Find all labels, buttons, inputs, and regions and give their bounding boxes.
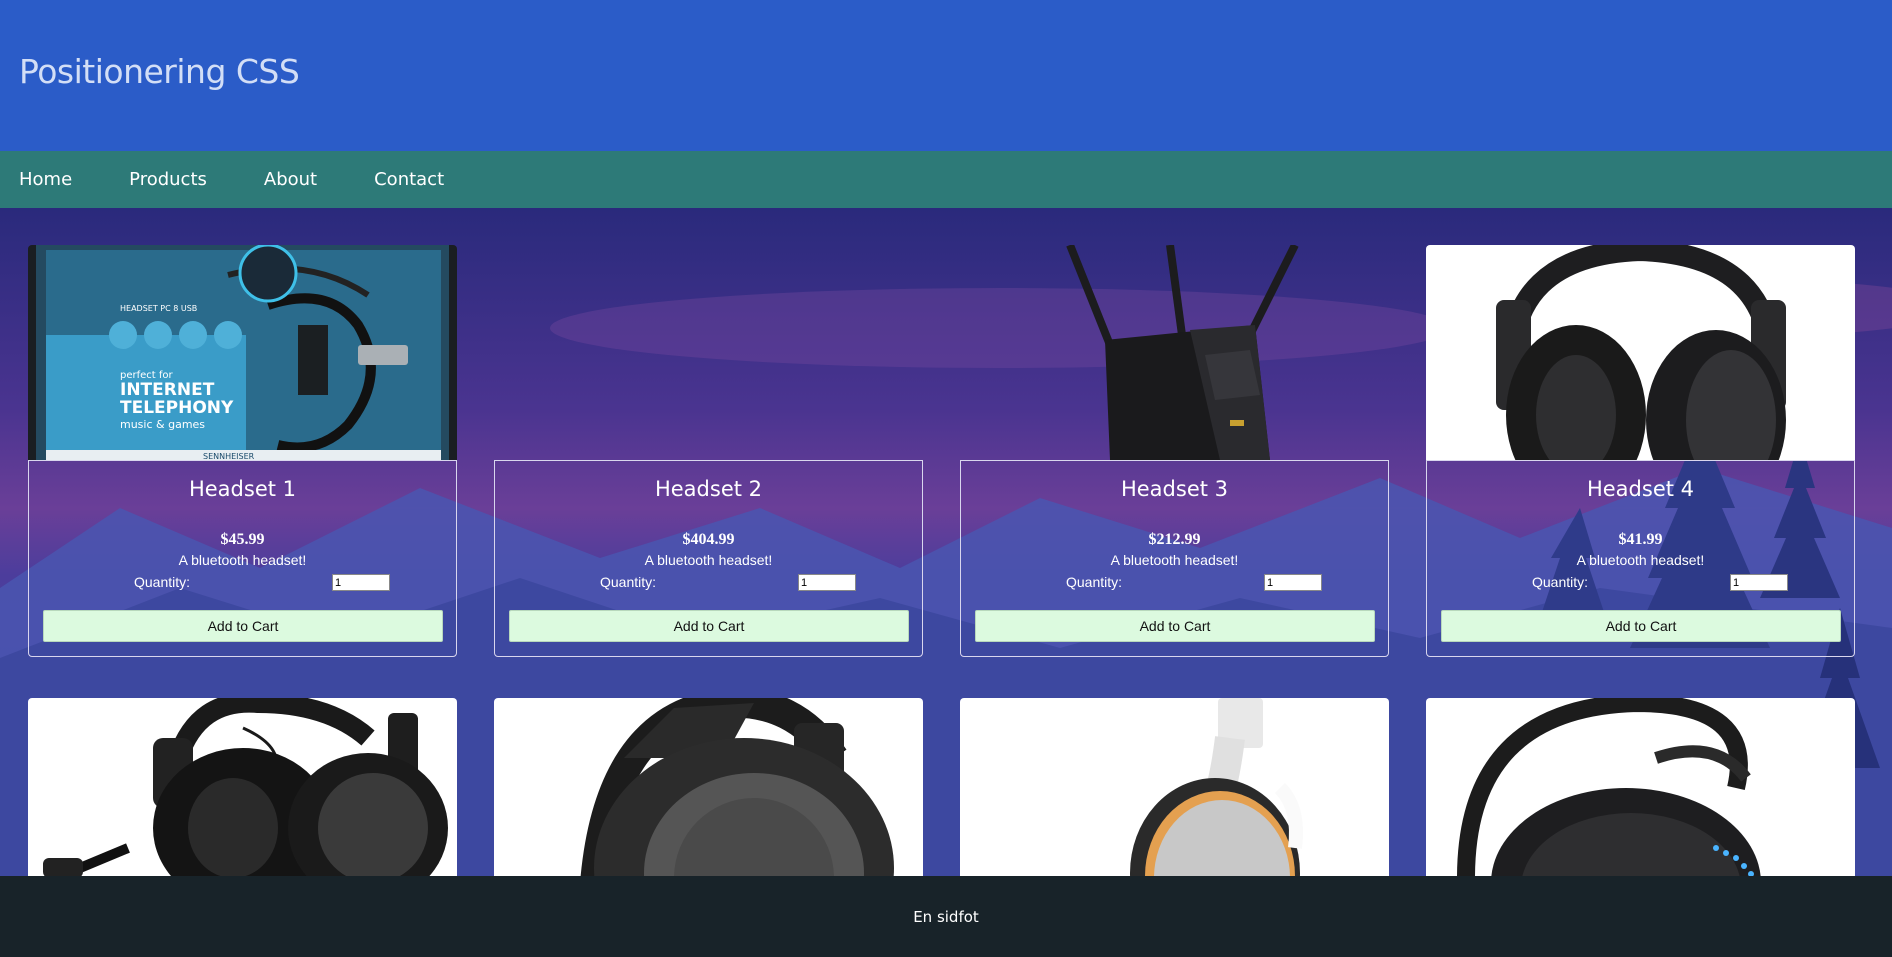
product-card-5 bbox=[28, 698, 457, 876]
product-card-1: HEADSET PC 8 USB perfect for INTERNET TE… bbox=[28, 245, 457, 657]
product-info-2: Headset 2 $404.99 A bluetooth headset! Q… bbox=[494, 460, 923, 657]
product-info-3: Headset 3 $212.99 A bluetooth headset! Q… bbox=[960, 460, 1389, 657]
add-to-cart-button[interactable]: Add to Cart bbox=[509, 610, 909, 642]
box-label-model: HEADSET PC 8 USB bbox=[120, 304, 197, 313]
box-label-music: music & games bbox=[120, 418, 205, 431]
product-image-3 bbox=[960, 245, 1389, 460]
product-name: Headset 3 bbox=[1120, 477, 1229, 501]
white-orange-headset-image bbox=[1130, 698, 1303, 876]
quantity-label: Quantity: bbox=[134, 574, 191, 590]
nav-home[interactable]: Home bbox=[19, 169, 72, 190]
quantity-input[interactable] bbox=[332, 574, 390, 591]
gaming-headset-black-image bbox=[43, 698, 448, 876]
product-name: Headset 1 bbox=[188, 477, 297, 501]
product-description: A bluetooth headset! bbox=[1576, 552, 1705, 568]
black-headset-blue-lights-image bbox=[1457, 698, 1761, 876]
quantity-label: Quantity: bbox=[1066, 574, 1123, 590]
box-label-telephony: TELEPHONY bbox=[120, 398, 234, 418]
product-image-4 bbox=[1426, 245, 1855, 460]
router-image bbox=[1066, 245, 1299, 460]
product-price: $41.99 bbox=[1618, 531, 1663, 548]
product-image-2 bbox=[494, 245, 923, 460]
nav-contact[interactable]: Contact bbox=[374, 169, 444, 190]
main-nav: Home Products About Contact bbox=[0, 151, 1892, 208]
product-image-1: HEADSET PC 8 USB perfect for INTERNET TE… bbox=[28, 245, 457, 460]
add-to-cart-button[interactable]: Add to Cart bbox=[43, 610, 443, 642]
footer-text: En sidfot bbox=[913, 907, 979, 926]
product-card-3: Headset 3 $212.99 A bluetooth headset! Q… bbox=[960, 245, 1389, 657]
quantity-input[interactable] bbox=[798, 574, 856, 591]
product-price: $212.99 bbox=[1148, 531, 1201, 548]
product-card-8 bbox=[1426, 698, 1855, 876]
product-price: $45.99 bbox=[220, 531, 265, 548]
black-headphones-image bbox=[1496, 245, 1786, 460]
quantity-input[interactable] bbox=[1730, 574, 1788, 591]
quantity-input[interactable] bbox=[1264, 574, 1322, 591]
sennheiser-box-image: HEADSET PC 8 USB perfect for INTERNET TE… bbox=[28, 245, 457, 460]
product-card-2: Headset 2 $404.99 A bluetooth headset! Q… bbox=[494, 245, 923, 657]
product-description: A bluetooth headset! bbox=[644, 552, 773, 568]
add-to-cart-button[interactable]: Add to Cart bbox=[1441, 610, 1841, 642]
nav-products[interactable]: Products bbox=[129, 169, 207, 190]
quantity-label: Quantity: bbox=[1532, 574, 1589, 590]
product-name: Headset 2 bbox=[654, 477, 763, 501]
product-description: A bluetooth headset! bbox=[1110, 552, 1239, 568]
product-description: A bluetooth headset! bbox=[178, 552, 307, 568]
product-card-6 bbox=[494, 698, 923, 876]
site-footer: En sidfot bbox=[0, 876, 1892, 957]
site-header: Positionering CSS bbox=[0, 0, 1892, 151]
product-card-7 bbox=[960, 698, 1389, 876]
product-info-1: Headset 1 $45.99 A bluetooth headset! Qu… bbox=[28, 460, 457, 657]
site-title: Positionering CSS bbox=[19, 52, 300, 91]
product-info-4: Headset 4 $41.99 A bluetooth headset! Qu… bbox=[1426, 460, 1855, 657]
gaming-headset-grey-image bbox=[580, 698, 894, 876]
product-price: $404.99 bbox=[682, 531, 735, 548]
box-label-internet: INTERNET bbox=[120, 380, 215, 400]
product-name: Headset 4 bbox=[1586, 477, 1695, 501]
box-label-brand: SENNHEISER bbox=[203, 452, 255, 460]
product-card-4: Headset 4 $41.99 A bluetooth headset! Qu… bbox=[1426, 245, 1855, 657]
nav-about[interactable]: About bbox=[264, 169, 317, 190]
product-area: HEADSET PC 8 USB perfect for INTERNET TE… bbox=[0, 208, 1892, 876]
quantity-label: Quantity: bbox=[600, 574, 657, 590]
add-to-cart-button[interactable]: Add to Cart bbox=[975, 610, 1375, 642]
